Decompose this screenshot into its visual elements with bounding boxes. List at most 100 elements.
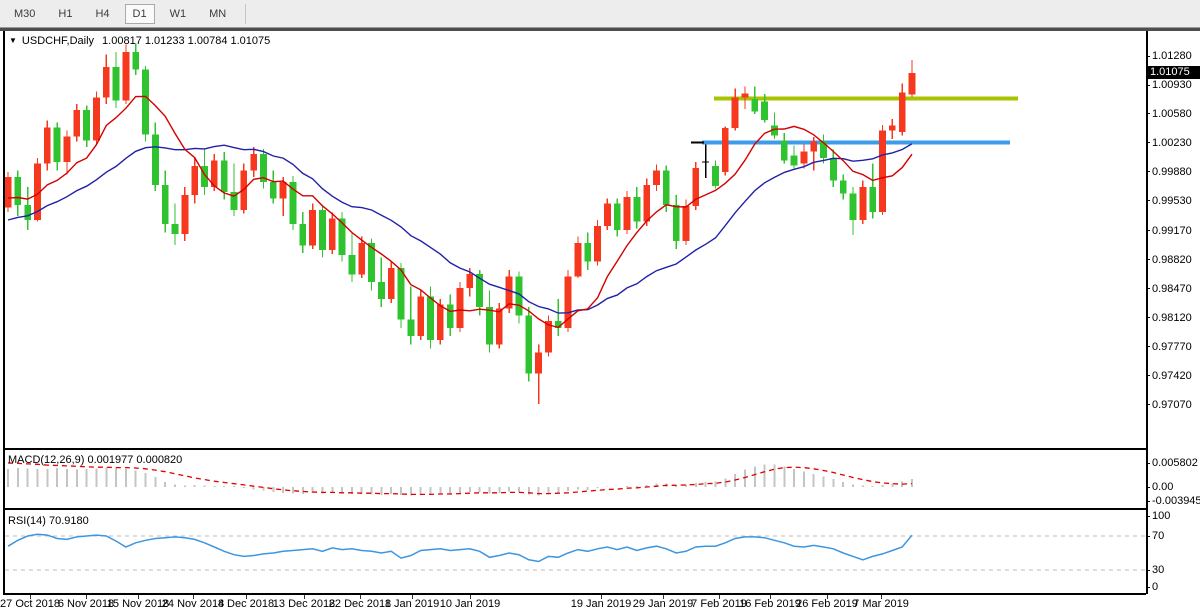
candle-body bbox=[103, 67, 110, 98]
panel-separator[interactable] bbox=[3, 508, 1146, 510]
candle-body bbox=[879, 131, 886, 212]
date-axis-label: 7 Mar 2019 bbox=[844, 598, 918, 610]
candle-body bbox=[801, 151, 808, 163]
candle-body bbox=[751, 99, 758, 111]
candle-body bbox=[899, 92, 906, 132]
candle-body bbox=[181, 195, 188, 234]
candle-body bbox=[653, 170, 660, 185]
candle-body bbox=[64, 136, 71, 162]
rsi-axis-label: 100 bbox=[1152, 510, 1170, 522]
trading-platform-window: M30 H1 H4 D1 W1 MN ▼USDCHF,Daily1.00817 1.012… bbox=[0, 0, 1200, 614]
price-axis-label: 0.97070 bbox=[1152, 399, 1192, 411]
rsi-tick-mark bbox=[1146, 516, 1150, 517]
candle-body bbox=[280, 182, 287, 199]
timeframe-button-d1[interactable]: D1 bbox=[125, 4, 155, 24]
candle-body bbox=[24, 205, 31, 220]
price-tick-mark bbox=[1146, 85, 1150, 86]
panel-separator[interactable] bbox=[3, 448, 1146, 450]
candle-body bbox=[270, 182, 277, 199]
candle-body bbox=[643, 185, 650, 221]
candle-body bbox=[73, 110, 80, 137]
toolbar-separator bbox=[245, 4, 246, 24]
candle-body bbox=[123, 52, 130, 101]
candle-body bbox=[113, 67, 120, 101]
price-tick-mark bbox=[1146, 230, 1150, 231]
candle-body bbox=[93, 97, 100, 140]
rsi-axis-label: 30 bbox=[1152, 564, 1164, 576]
rsi-tick-mark bbox=[1146, 587, 1150, 588]
candle-body bbox=[142, 69, 149, 134]
macd-indicator-label: MACD(12,26,9) 0.001977 0.000820 bbox=[8, 454, 182, 466]
price-axis-label: 0.98470 bbox=[1152, 283, 1192, 295]
candle-body bbox=[850, 194, 857, 221]
candle-body bbox=[712, 166, 719, 186]
candle-body bbox=[44, 127, 51, 163]
candle-body bbox=[309, 210, 316, 246]
symbol-dropdown-icon[interactable]: ▼ bbox=[9, 36, 17, 45]
panel-separator bbox=[3, 593, 1146, 595]
candle-body bbox=[535, 353, 542, 374]
price-tick-mark bbox=[1146, 346, 1150, 347]
candle-body bbox=[466, 274, 473, 288]
price-axis-label: 1.00930 bbox=[1152, 79, 1192, 91]
candle-body bbox=[761, 102, 768, 120]
price-axis-label: 1.00580 bbox=[1152, 108, 1192, 120]
main-price-chart[interactable] bbox=[0, 31, 1146, 448]
timeframe-button-h4[interactable]: H4 bbox=[87, 4, 117, 24]
price-tick-mark bbox=[1146, 113, 1150, 114]
price-tick-mark bbox=[1146, 56, 1150, 57]
candle-body bbox=[191, 166, 198, 195]
candle-body bbox=[437, 305, 444, 341]
macd-tick-mark bbox=[1146, 463, 1150, 464]
candle-body bbox=[132, 52, 139, 69]
macd-tick-mark bbox=[1146, 487, 1150, 488]
chart-title: ▼USDCHF,Daily1.00817 1.01233 1.00784 1.0… bbox=[9, 35, 270, 47]
candle-body bbox=[663, 170, 670, 205]
candle-body bbox=[349, 255, 356, 275]
candle-body bbox=[791, 155, 798, 165]
price-axis-label: 0.97420 bbox=[1152, 370, 1192, 382]
rsi-tick-mark bbox=[1146, 536, 1150, 537]
candle-body bbox=[810, 141, 817, 151]
candle-body bbox=[83, 110, 90, 141]
price-axis-border bbox=[1146, 31, 1148, 594]
price-axis-label: 1.00230 bbox=[1152, 137, 1192, 149]
candle-body bbox=[447, 305, 454, 328]
candle-body bbox=[378, 282, 385, 299]
candle-body bbox=[820, 141, 827, 158]
candle-body bbox=[781, 141, 788, 161]
timeframe-toolbar: M30 H1 H4 D1 W1 MN bbox=[0, 0, 1200, 27]
candle-body bbox=[299, 224, 306, 246]
candle-body bbox=[742, 93, 749, 97]
candle-body bbox=[358, 243, 365, 274]
candle-body bbox=[54, 127, 61, 162]
rsi-axis-label: 0 bbox=[1152, 581, 1158, 593]
price-axis-label: 0.97770 bbox=[1152, 341, 1192, 353]
candle-body bbox=[319, 210, 326, 250]
price-axis-label: 0.99880 bbox=[1152, 166, 1192, 178]
macd-axis-label: -0.003945 bbox=[1152, 495, 1200, 507]
timeframe-button-m30[interactable]: M30 bbox=[6, 4, 43, 24]
price-tick-mark bbox=[1146, 259, 1150, 260]
candle-body bbox=[889, 126, 896, 131]
candle-body bbox=[388, 268, 395, 299]
candle-body bbox=[250, 154, 257, 171]
timeframe-button-mn[interactable]: MN bbox=[201, 4, 234, 24]
candle-body bbox=[152, 135, 159, 186]
price-tick-mark bbox=[1146, 404, 1150, 405]
candle-body bbox=[673, 205, 680, 241]
candle-body bbox=[732, 97, 739, 128]
rsi-tick-mark bbox=[1146, 570, 1150, 571]
candle-body bbox=[859, 187, 866, 220]
rsi-indicator-chart[interactable] bbox=[0, 511, 1146, 593]
rsi-axis-label: 70 bbox=[1152, 530, 1164, 542]
timeframe-button-h1[interactable]: H1 bbox=[50, 4, 80, 24]
price-tick-mark bbox=[1146, 171, 1150, 172]
timeframe-button-w1[interactable]: W1 bbox=[162, 4, 195, 24]
price-tick-mark bbox=[1146, 142, 1150, 143]
candle-body bbox=[565, 276, 572, 327]
candle-body bbox=[840, 180, 847, 193]
macd-tick-mark bbox=[1146, 501, 1150, 502]
candle-body bbox=[594, 226, 601, 262]
price-tick-mark bbox=[1146, 200, 1150, 201]
